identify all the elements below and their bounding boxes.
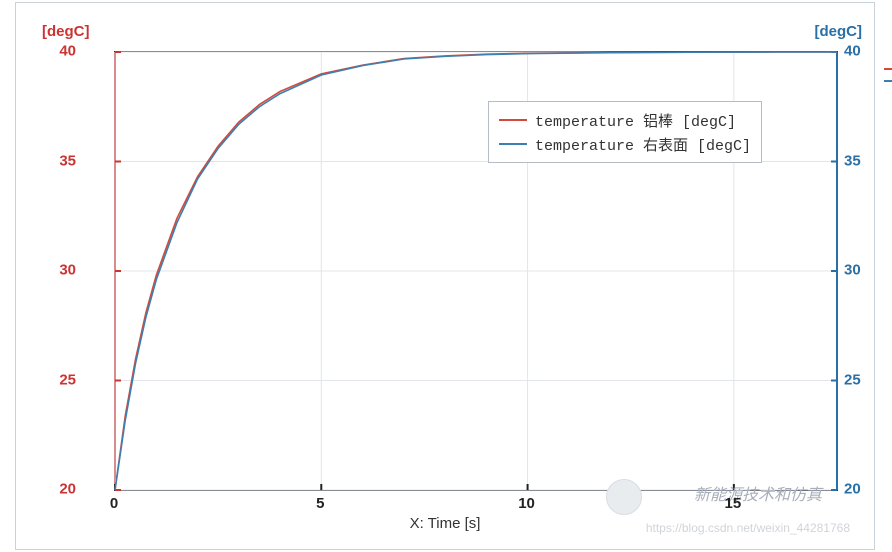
legend-swatch-0 bbox=[499, 119, 527, 121]
legend-label-0: temperature 铝棒 [degC] bbox=[535, 110, 736, 131]
y-axis-left-unit: [degC] bbox=[42, 23, 90, 40]
x-tick: 15 bbox=[725, 495, 742, 512]
legend-entry-0[interactable]: temperature 铝棒 [degC] bbox=[499, 108, 751, 132]
series-swatch-1 bbox=[884, 80, 892, 82]
series-color-swatches bbox=[884, 68, 892, 92]
chart-panel: [degC] [degC] temperature 铝棒 [degC] temp… bbox=[15, 2, 875, 550]
x-axis-label: X: Time [s] bbox=[16, 515, 874, 532]
legend-swatch-1 bbox=[499, 143, 527, 145]
x-tick: 10 bbox=[518, 495, 535, 512]
y-tick-right: 40 bbox=[844, 43, 884, 60]
series-swatch-0 bbox=[884, 68, 892, 70]
watermark-avatar bbox=[606, 479, 642, 515]
legend[interactable]: temperature 铝棒 [degC] temperature 右表面 [d… bbox=[488, 101, 762, 163]
legend-entry-1[interactable]: temperature 右表面 [degC] bbox=[499, 132, 751, 156]
y-tick-left: 30 bbox=[36, 262, 76, 279]
y-tick-right: 20 bbox=[844, 481, 884, 498]
x-tick: 5 bbox=[316, 495, 324, 512]
y-tick-left: 40 bbox=[36, 43, 76, 60]
y-tick-right: 25 bbox=[844, 371, 884, 388]
y-tick-right: 30 bbox=[844, 262, 884, 279]
y-tick-left: 35 bbox=[36, 152, 76, 169]
y-tick-left: 20 bbox=[36, 481, 76, 498]
y-tick-left: 25 bbox=[36, 371, 76, 388]
y-tick-right: 35 bbox=[844, 152, 884, 169]
y-axis-right-unit: [degC] bbox=[815, 23, 863, 40]
legend-label-1: temperature 右表面 [degC] bbox=[535, 134, 751, 155]
x-tick: 0 bbox=[110, 495, 118, 512]
